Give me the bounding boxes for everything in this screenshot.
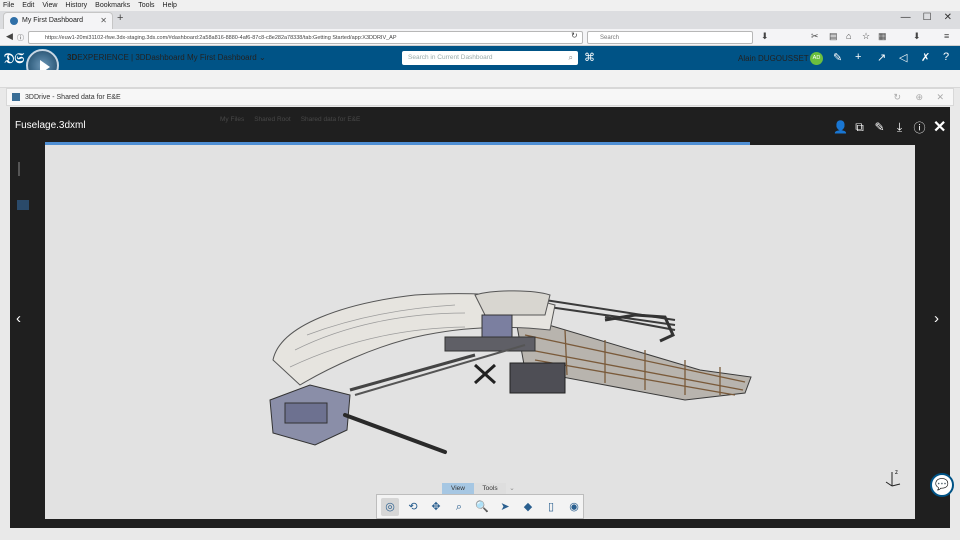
back-icon[interactable]: ◀ — [6, 31, 13, 42]
user-name[interactable]: Alain DUGOUSSET — [738, 54, 809, 63]
share-icon[interactable]: ↗ — [877, 51, 886, 64]
zoom-icon[interactable]: 🔍 — [473, 498, 491, 516]
file-name: Fuselage.3dxml — [15, 120, 86, 131]
expand-icon[interactable]: ⊕ — [915, 89, 923, 106]
svg-text:z: z — [895, 470, 898, 476]
download-icon[interactable]: ⬇ — [761, 31, 769, 42]
search-placeholder: Search in Current Dashboard — [408, 54, 493, 61]
copy-icon[interactable]: ⧉ — [853, 120, 866, 135]
dorsal-shell — [474, 290, 551, 316]
pan-icon[interactable]: ✥ — [427, 498, 445, 516]
front-block-inner — [284, 402, 328, 424]
new-tab-button[interactable]: + — [117, 12, 123, 24]
widget-title-bar: 3DDrive - Shared data for E&E ↻ ⊕ ✕ — [6, 88, 954, 106]
lower-gear-box — [509, 362, 566, 394]
viewer-tabs: View Tools ⌄ — [442, 483, 518, 494]
search-icon[interactable]: ⌕ — [569, 51, 573, 65]
menu-file[interactable]: File — [3, 0, 14, 11]
next-arrow[interactable]: › — [934, 310, 939, 327]
tag-icon[interactable]: ⌘ — [584, 51, 595, 64]
brand-rest: EXPERIENCE | 3DDashboard — [77, 53, 185, 62]
prev-arrow[interactable]: ‹ — [16, 310, 21, 327]
add-person-icon[interactable]: 👤 — [833, 120, 848, 134]
tab-close-icon[interactable]: ✕ — [100, 13, 107, 28]
menu-view[interactable]: View — [42, 0, 57, 11]
rotate-icon[interactable]: ⟲ — [404, 498, 422, 516]
front-shaft — [343, 413, 447, 454]
widget-close-icon[interactable]: ✕ — [936, 89, 944, 106]
center-block — [481, 314, 513, 340]
dashboard-search-input[interactable]: Search in Current Dashboard ⌕ — [402, 51, 578, 65]
tab-tools[interactable]: Tools — [474, 483, 506, 494]
view-cube-icon[interactable]: ◆ — [519, 498, 537, 516]
ghost-item: Shared Root — [254, 116, 291, 123]
folder-icon — [17, 200, 29, 210]
view-toolbar: ◎ ⟲ ✥ ⌕ 🔍 ➤ ◆ ▯ ◉ — [376, 494, 584, 519]
help-icon[interactable]: ? — [943, 51, 949, 63]
fuselage-3d-model[interactable] — [45, 145, 915, 519]
browser-tab-bar — [0, 11, 960, 29]
browser-search-input[interactable]: Search — [587, 31, 753, 44]
minimize-icon[interactable]: — — [901, 12, 911, 23]
info-icon[interactable]: ⓘ — [913, 119, 926, 136]
tools-icon[interactable]: ✗ — [921, 51, 930, 64]
ds-logo: 𝔇𝔖 — [4, 50, 25, 66]
favicon-icon — [10, 17, 18, 25]
drive-app-icon — [12, 93, 20, 101]
download-icon[interactable]: ⤓ — [893, 120, 906, 135]
window-close-icon[interactable]: ✕ — [944, 12, 952, 23]
avatar[interactable]: AD — [810, 52, 823, 65]
chevron-down-icon[interactable]: ⌄ — [506, 483, 518, 494]
reader-icon[interactable]: ▤ — [829, 31, 838, 42]
tab-title: My First Dashboard — [22, 17, 84, 24]
broadcast-icon[interactable]: ◁ — [899, 51, 907, 64]
reload-icon[interactable]: ↻ — [571, 31, 578, 40]
menu-history[interactable]: History — [65, 0, 87, 11]
menu-bookmarks[interactable]: Bookmarks — [95, 0, 130, 11]
menu-tools[interactable]: Tools — [138, 0, 154, 11]
viewer-actions: 👤 ⧉ ✎ ⤓ ⓘ ✕ — [833, 117, 946, 137]
window-controls: — ☐ ✕ — [901, 12, 952, 23]
url-bar[interactable]: https://euw1-20mi31102-ifwe.3dx-staging.… — [28, 31, 583, 44]
widget-title: 3DDrive - Shared data for E&E — [25, 94, 121, 101]
close-icon[interactable]: ✕ — [933, 117, 946, 137]
maximize-icon[interactable]: ☐ — [923, 12, 932, 23]
chat-icon[interactable]: 💬 — [930, 473, 954, 497]
dashboard-name: My First Dashboard — [186, 53, 257, 62]
library-icon[interactable]: ▦ — [878, 31, 887, 42]
browser-tab[interactable]: My First Dashboard ✕ — [3, 12, 113, 29]
plus-icon[interactable]: + — [855, 51, 861, 63]
menu-edit[interactable]: Edit — [22, 0, 34, 11]
home-icon[interactable]: ⌂ — [846, 31, 851, 41]
dashboard-tabs-strip — [0, 70, 960, 88]
menu-icon[interactable]: ≡ — [944, 31, 949, 41]
bookmark-icon[interactable]: ☆ — [862, 31, 870, 42]
lower-rail-2 — [354, 344, 526, 396]
visibility-icon[interactable]: ◉ — [565, 498, 583, 516]
tab-view[interactable]: View — [442, 483, 474, 494]
brand-3d: 3D — [67, 53, 78, 62]
save-icon[interactable]: ⬇ — [913, 31, 921, 42]
section-icon[interactable]: ▯ — [542, 498, 560, 516]
background-breadcrumb: My Files Shared Root Shared data for E&E — [220, 116, 360, 123]
refresh-icon[interactable]: ↻ — [893, 89, 901, 106]
center-beam — [444, 336, 536, 352]
brand-title[interactable]: 3DEXPERIENCE | 3DDashboard My First Dash… — [67, 53, 266, 62]
lower-rail — [349, 353, 476, 392]
ghost-item: Shared data for E&E — [300, 116, 361, 123]
select-icon[interactable]: ➤ — [496, 498, 514, 516]
menu-help[interactable]: Help — [163, 0, 177, 11]
site-info-icon[interactable]: ⓘ — [17, 33, 24, 43]
screenshot-icon[interactable]: ✂ — [811, 31, 819, 42]
feather-icon[interactable]: ✎ — [833, 51, 842, 64]
ghost-item: My Files — [220, 116, 245, 123]
edit-icon[interactable]: ✎ — [873, 120, 886, 134]
fit-all-icon[interactable]: ◎ — [381, 497, 399, 516]
tree-line — [18, 162, 20, 176]
browser-menu-bar: File Edit View History Bookmarks Tools H… — [0, 0, 960, 11]
zoom-box-icon[interactable]: ⌕ — [450, 498, 468, 516]
axis-triad: z — [885, 470, 901, 487]
